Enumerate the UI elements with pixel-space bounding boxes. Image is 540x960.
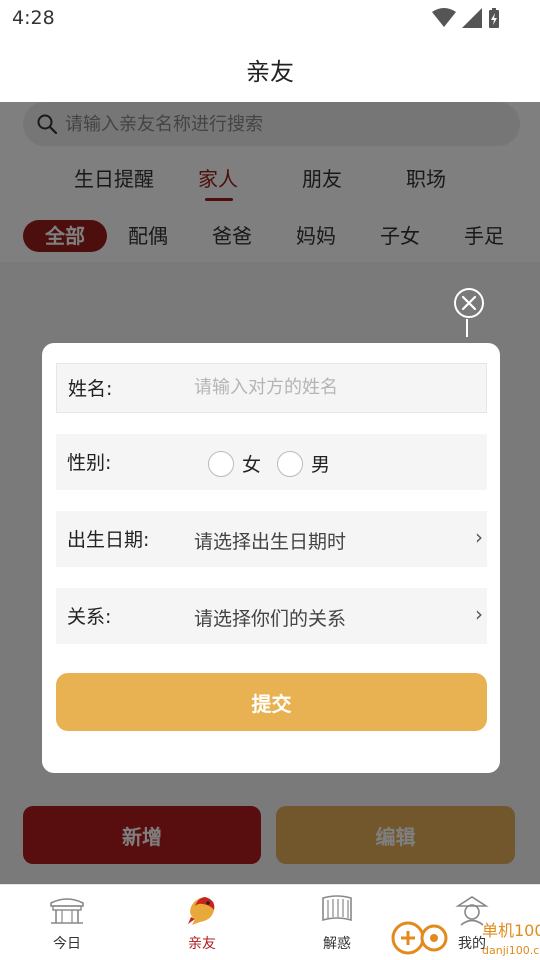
page-title: 亲友: [246, 57, 294, 86]
watermark-subtext: danji100.com: [482, 944, 540, 957]
gender-option-female[interactable]: 女: [208, 450, 261, 477]
watermark-logo: 单机100网 danji100.com: [391, 921, 540, 957]
gender-female-label: 女: [242, 454, 262, 476]
watermark-text: 单机100网: [482, 921, 540, 940]
nav-label-friends: 亲友: [188, 936, 216, 952]
nav-label-today: 今日: [53, 936, 81, 952]
relation-field[interactable]: 关系: 请选择你们的关系 ›: [56, 588, 487, 644]
status-bar: 4:28: [0, 0, 540, 36]
close-connector-line: [466, 319, 468, 337]
status-time: 4:28: [12, 7, 55, 29]
radio-circle-male[interactable]: [277, 450, 303, 477]
status-icons: [432, 8, 500, 28]
chevron-right-icon: ›: [475, 525, 483, 549]
nav-label-answers: 解惑: [323, 936, 351, 952]
signal-icon: [462, 8, 482, 28]
gender-label: 性别:: [67, 452, 112, 474]
gender-field: 性别: 女 男: [56, 434, 487, 490]
birth-date-label: 出生日期:: [67, 529, 150, 551]
koi-fish-icon: [188, 897, 215, 925]
wifi-icon: [432, 8, 456, 27]
scroll-icon: [322, 895, 352, 922]
name-field: 姓名:: [56, 363, 487, 413]
temple-gate-icon: [50, 898, 84, 924]
radio-circle-female[interactable]: [208, 450, 234, 477]
nav-item-today[interactable]: 今日: [22, 893, 112, 953]
battery-icon: [489, 8, 499, 28]
title-bar: 亲友: [0, 36, 540, 102]
name-input[interactable]: [194, 377, 474, 398]
add-contact-modal: 姓名: 性别: 女 男 出生日期: 请选择出生日期时 › 关系: 请选择你们的关…: [42, 343, 500, 773]
nav-item-answers[interactable]: 解惑: [292, 893, 382, 953]
birth-date-field[interactable]: 出生日期: 请选择出生日期时 ›: [56, 511, 487, 567]
birth-date-value: 请选择出生日期时: [194, 531, 347, 553]
gender-male-label: 男: [311, 454, 331, 476]
nav-item-friends[interactable]: 亲友: [157, 893, 247, 953]
relation-value: 请选择你们的关系: [194, 608, 347, 630]
relation-label: 关系:: [67, 606, 112, 628]
chevron-right-icon: ›: [475, 602, 483, 626]
name-label: 姓名:: [68, 378, 113, 400]
submit-button[interactable]: 提交: [56, 673, 487, 731]
close-icon[interactable]: [453, 287, 485, 319]
gender-option-male[interactable]: 男: [277, 450, 330, 477]
